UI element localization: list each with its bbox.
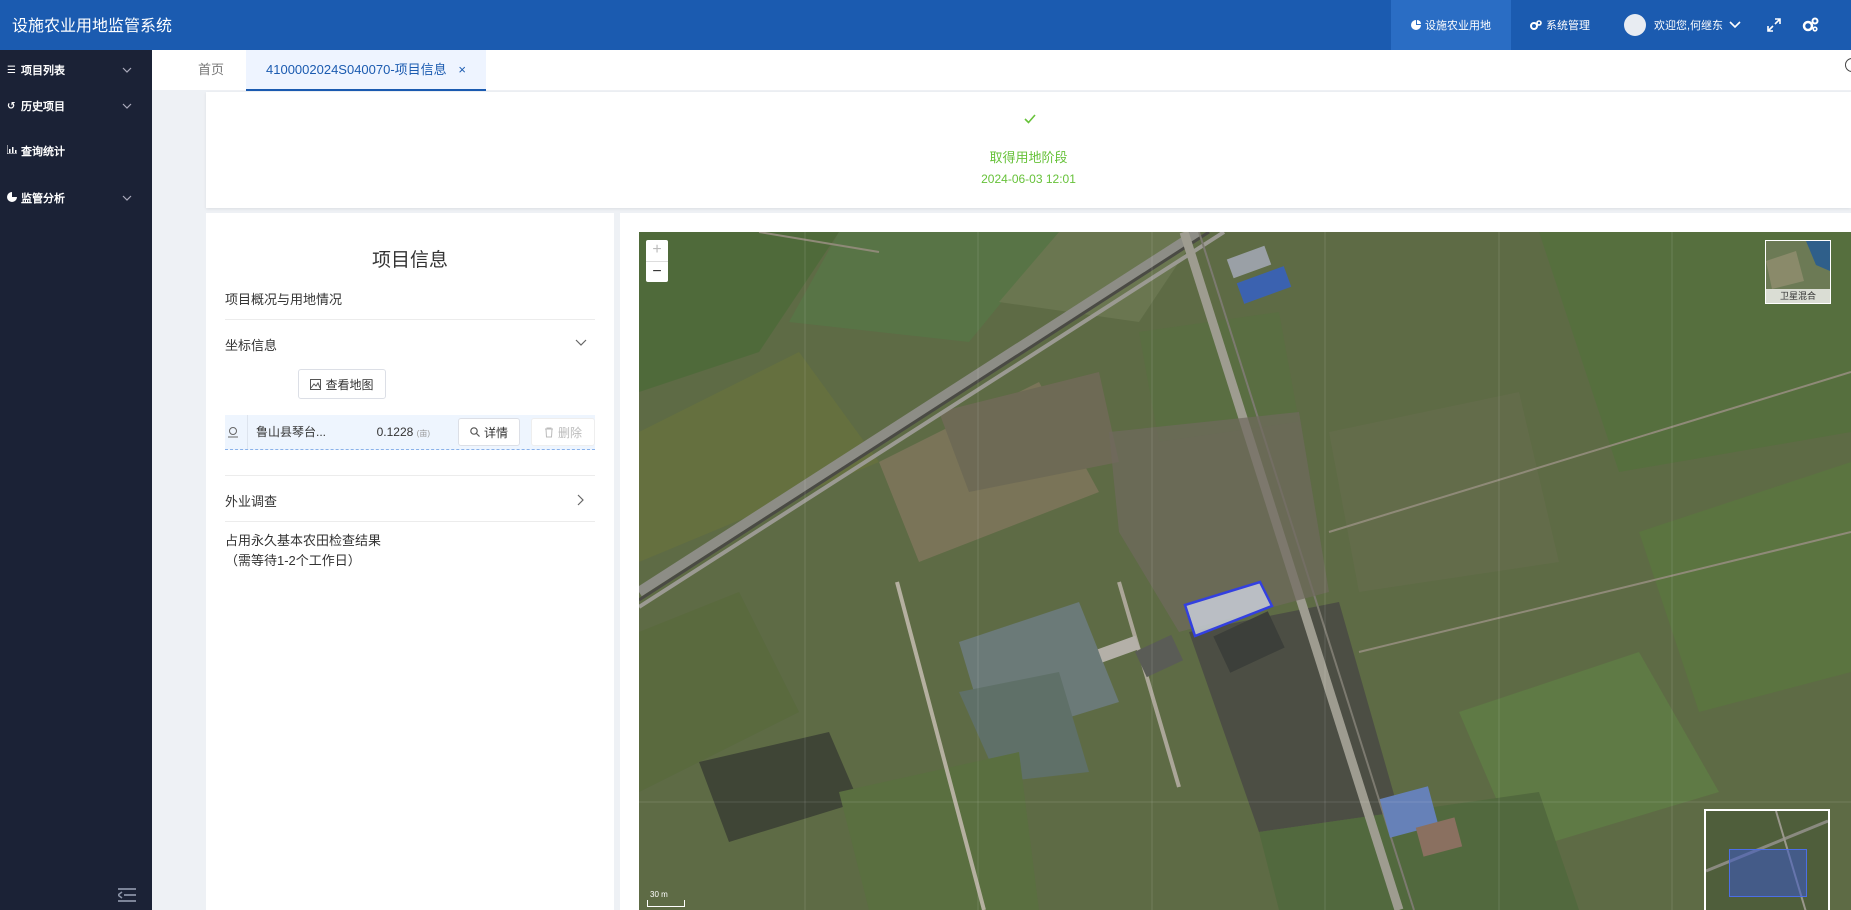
check-icon (1024, 114, 1036, 124)
expand-icon (1767, 18, 1781, 32)
basemap-label: 卫星混合 (1766, 289, 1830, 303)
sidebar-item-label: 监管分析 (21, 193, 65, 205)
fullscreen-button[interactable] (1767, 0, 1785, 50)
scale-bar: 30 m (647, 890, 685, 907)
detail-button[interactable]: 详情 (458, 418, 520, 446)
overview-map[interactable] (1704, 809, 1830, 910)
nav-facility-land[interactable]: 设施农业用地 (1391, 0, 1511, 50)
section-field-survey[interactable]: 外业调查 (225, 491, 595, 522)
history-icon: ↺ (7, 100, 16, 112)
chevron-down-icon (122, 67, 132, 73)
pie-chart-icon (1411, 20, 1421, 30)
chevron-down-icon (1729, 21, 1741, 29)
close-icon[interactable]: × (458, 62, 466, 77)
tab-project-info-label: 4100002024S040070-项目信息 (266, 62, 447, 77)
cogs-icon (1530, 20, 1542, 30)
tab-bar: 首页 4100002024S040070-项目信息 × (152, 50, 1851, 91)
stage-time: 2024-06-03 12:01 (981, 172, 1076, 186)
delete-button[interactable]: 删除 (531, 418, 595, 446)
sidebar-item-supervision[interactable]: 监管分析 (0, 181, 152, 215)
nav-system-management[interactable]: 系统管理 (1530, 0, 1590, 50)
section-coordinates[interactable]: 坐标信息 (225, 335, 595, 355)
tab-project-info[interactable]: 4100002024S040070-项目信息 × (246, 50, 486, 91)
zoom-control: + − (646, 240, 668, 282)
top-header: 设施农业用地监管系统 设施农业用地 系统管理 欢迎您,何继东 (0, 0, 1851, 50)
settings-button[interactable] (1801, 0, 1823, 50)
coordinate-area: 0.1228 (亩) (370, 415, 430, 449)
delete-label: 删除 (557, 425, 582, 440)
search-icon (470, 427, 480, 437)
section-farmland-check: 占用永久基本农田检查结果 （需等待1-2个工作日） (225, 531, 595, 571)
stage-label: 取得用地阶段 (989, 150, 1068, 165)
avatar (1624, 14, 1646, 36)
view-map-button[interactable]: 查看地图 (298, 369, 386, 399)
project-info-panel: 项目信息 项目概况与用地情况 坐标信息 查看地图 鲁山县琴台... 0.1228… (206, 213, 614, 910)
coordinate-location: 鲁山县琴台... (247, 415, 356, 449)
scale-label: 30 m (650, 890, 668, 899)
coordinate-row: 鲁山县琴台... 0.1228 (亩) 详情 删除 (225, 415, 595, 450)
section-field-survey-label: 外业调查 (225, 494, 278, 509)
farmland-check-label: 占用永久基本农田检查结果 (225, 533, 382, 548)
satellite-map[interactable]: + − 卫星混合 30 m (639, 232, 1851, 910)
app-title: 设施农业用地监管系统 (12, 18, 173, 35)
overview-extent-box[interactable] (1729, 849, 1807, 897)
collapse-menu-icon[interactable] (118, 888, 136, 902)
zoom-out-button[interactable]: − (646, 262, 668, 283)
location-pin-icon (228, 427, 238, 438)
nav-facility-land-label: 设施农业用地 (1425, 20, 1491, 32)
detail-label: 详情 (483, 425, 508, 440)
panel-title: 项目信息 (371, 250, 448, 271)
basemap-switcher[interactable]: 卫星混合 (1765, 240, 1831, 304)
sidebar-item-label: 项目列表 (21, 65, 65, 77)
view-map-label: 查看地图 (325, 377, 374, 392)
trash-icon (544, 427, 553, 437)
sidebar-item-project-list[interactable]: ☰ 项目列表 (0, 53, 152, 87)
section-overview[interactable]: 项目概况与用地情况 (225, 289, 595, 320)
list-icon: ☰ (7, 64, 16, 76)
farmland-check-note: （需等待1-2个工作日） (225, 553, 361, 568)
chevron-down-icon (122, 195, 132, 201)
area-unit: (亩) (416, 429, 430, 438)
area-value: 0.1228 (376, 425, 414, 439)
image-icon (310, 378, 322, 390)
satellite-imagery (639, 232, 1851, 910)
section-coordinates-label: 坐标信息 (225, 338, 278, 353)
sidebar-item-label: 历史项目 (21, 101, 65, 113)
map-panel: + − 卫星混合 30 m (620, 213, 1851, 910)
stage-status-card: 取得用地阶段 2024-06-03 12:01 (206, 92, 1851, 208)
sidebar-item-statistics[interactable]: 查询统计 (0, 134, 152, 168)
bar-chart-icon (6, 145, 17, 157)
nav-system-management-label: 系统管理 (1546, 20, 1590, 32)
section-overview-label: 项目概况与用地情况 (225, 292, 343, 307)
user-menu[interactable]: 欢迎您,何继东 (1624, 0, 1745, 50)
sidebar-item-label: 查询统计 (21, 146, 65, 158)
pie-chart-icon (7, 191, 17, 205)
tab-home[interactable]: 首页 (198, 50, 224, 89)
chevron-down-icon (122, 103, 132, 109)
zoom-in-button[interactable]: + (646, 240, 668, 262)
sidebar: ☰ 项目列表 ↺ 历史项目 查询统计 监管分析 (0, 50, 152, 910)
divider (225, 475, 595, 476)
user-greeting: 欢迎您,何继东 (1654, 20, 1724, 32)
chevron-right-icon (577, 494, 584, 506)
cogs-icon (1802, 17, 1819, 32)
chevron-down-icon (575, 339, 587, 346)
sidebar-item-history[interactable]: ↺ 历史项目 (0, 89, 152, 123)
